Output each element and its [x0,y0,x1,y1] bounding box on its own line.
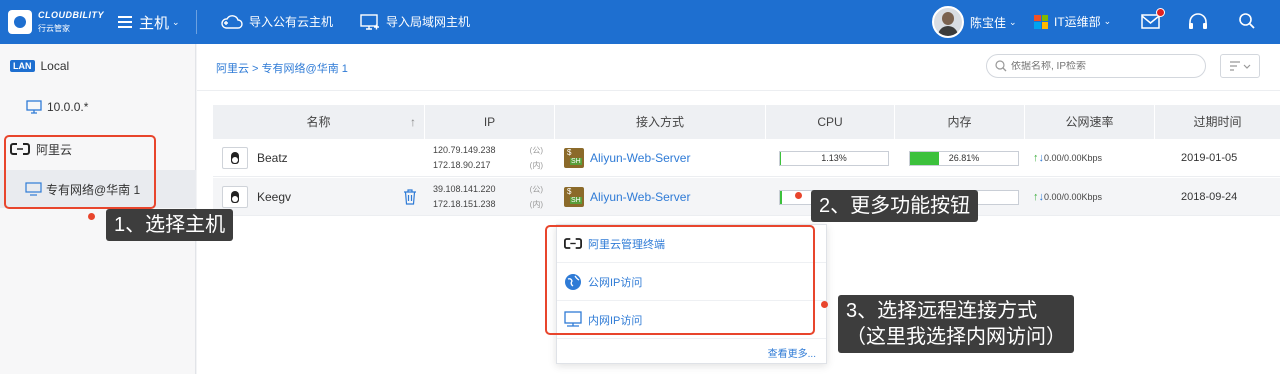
chevron-down-icon: ⌄ [1103,16,1112,26]
department-menu[interactable]: IT运维部 ⌄ [1034,13,1111,30]
sort-filter-icon [1230,61,1251,71]
windows-logo-icon [1034,14,1048,29]
table-header: 名称 ↑ IP 接入方式 CPU 内存 公网速率 过期时间 [213,105,1280,139]
public-ip: 39.108.141.220 [433,184,496,194]
chevron-down-icon: ⌄ [172,16,180,27]
cloudbility-logo[interactable]: CLOUDBILITY 行云管家 [8,8,108,36]
annotation-step-1: 1、选择主机 [106,209,234,241]
annotation-step-3: 3、选择远程连接方式 （这里我选择内网访问） [838,295,1074,353]
public-ip-label: (公) [529,185,543,194]
host-name[interactable]: Beatz [257,151,288,165]
divider [197,90,1280,91]
cpu-usage-text: 1.13% [821,152,847,163]
annotation-highlight-menu [545,225,815,335]
host-menu-label: 主机 [139,14,170,32]
column-header-expire: 过期时间 [1193,115,1242,129]
messages-button[interactable] [1141,8,1165,33]
ssh-server-icon [564,148,584,168]
support-button[interactable] [1187,12,1209,35]
access-cell: Aliyun-Web-Server [564,139,690,177]
headset-icon [1189,13,1207,29]
header-label: 名称 [306,115,331,129]
column-header-access: 接入方式 [555,105,766,139]
bandwidth-cell: ↑ ↓ 0.00/0.00Kbps [1033,139,1102,177]
import-public-cloud-button[interactable]: 导入公有云主机 [221,13,333,30]
sidebar-item-lan-host[interactable]: 10.0.0.* [0,97,196,117]
column-header-ip: IP [425,105,555,139]
import-lan-label: 导入局域网主机 [386,15,471,29]
cpu-usage-bar: 1.13% [779,150,889,166]
column-header-bandwidth: 公网速率 [1025,105,1155,139]
breadcrumb[interactable]: 阿里云 > 专有网络@华南 1 [216,60,348,76]
private-ip-label: (内) [529,161,543,170]
search-box[interactable] [986,54,1206,78]
user-menu[interactable]: 陈宝佳 ⌄ [932,6,1017,38]
logo-subtitle: 行云管家 [38,24,70,33]
cloud-add-icon [221,14,243,29]
column-header-cpu: CPU [766,105,895,139]
top-navigation-bar: CLOUDBILITY 行云管家 主机 ⌄ 导入公有云主机 导入局域网主机 陈宝… [0,0,1280,44]
logo-mark-icon [8,10,32,34]
logo-wordmark: CLOUDBILITY [38,10,104,20]
trash-icon [404,189,416,205]
annotation-dot [821,301,828,308]
access-cell: Aliyun-Web-Server [564,178,690,216]
public-ip-label: (公) [529,146,543,155]
user-name: 陈宝佳 [970,15,1007,30]
expire-date: 2019-01-05 [1181,152,1238,164]
host-name[interactable]: Keegv [257,190,291,204]
public-ip: 120.79.149.238 [433,145,496,155]
access-method-link[interactable]: Aliyun-Web-Server [590,151,690,165]
avatar [932,6,964,38]
lan-badge: LAN [10,60,35,72]
import-lan-button[interactable]: 导入局域网主机 [360,13,470,30]
search-button[interactable] [1238,12,1256,33]
column-header-memory: 内存 [895,105,1025,139]
private-ip: 172.18.151.238 [433,199,496,209]
view-more-link[interactable]: 查看更多... [768,345,816,360]
linux-icon [222,186,248,208]
memory-cell: 26.81% [909,139,1019,177]
monitor-add-icon [360,13,379,30]
import-public-cloud-label: 导入公有云主机 [249,15,334,29]
memory-usage-bar: 26.81% [909,150,1019,166]
table-row[interactable]: Beatz 120.79.149.238 (公) 172.18.90.217 (内)… [213,139,1280,177]
divider [196,10,197,34]
sidebar-item-lan[interactable]: LAN Local [0,56,196,76]
table-row[interactable]: Keegv 39.108.141.220 (公) 172.18.151.238 (内… [213,178,1280,216]
expire-date: 2018-09-24 [1181,191,1238,203]
annotation-step-2: 2、更多功能按钮 [811,190,979,222]
sort-arrow-icon[interactable]: ↑ [410,105,416,139]
ip-cell: 120.79.149.238 (公) 172.18.90.217 (内) [433,139,543,177]
column-header-name[interactable]: 名称 ↑ [213,105,425,139]
host-menu-button[interactable]: 主机 ⌄ [118,12,180,32]
monitor-icon [26,100,42,114]
linux-icon [222,147,248,169]
cpu-cell: 1.13% [779,139,889,177]
private-ip: 172.18.90.217 [433,160,491,170]
host-name-cell: Beatz [222,139,288,177]
department-name: IT运维部 [1054,15,1101,29]
sidebar-item-label: 10.0.0.* [47,100,89,114]
hamburger-icon [118,16,132,28]
private-ip-label: (内) [529,200,543,209]
ssh-server-icon [564,187,584,207]
annotation-dot [88,213,95,220]
annotation-highlight-host [4,135,156,209]
memory-usage-text: 26.81% [948,152,980,163]
bandwidth-cell: ↑ ↓ 0.00/0.00Kbps [1033,178,1102,216]
sidebar-item-label: Local [40,59,70,73]
search-icon [1239,13,1255,29]
notification-dot [1156,8,1165,17]
ip-cell: 39.108.141.220 (公) 172.18.151.238 (内) [433,178,543,216]
access-method-link[interactable]: Aliyun-Web-Server [590,190,690,204]
bandwidth-value: 0.00/0.00Kbps [1044,192,1103,202]
search-input[interactable] [1011,60,1191,72]
filter-button[interactable] [1220,54,1260,78]
search-icon [995,60,1007,72]
annotation-dot [795,192,802,199]
chevron-down-icon: ⌄ [1009,16,1017,27]
delete-button[interactable] [403,178,417,216]
bandwidth-value: 0.00/0.00Kbps [1044,153,1103,163]
